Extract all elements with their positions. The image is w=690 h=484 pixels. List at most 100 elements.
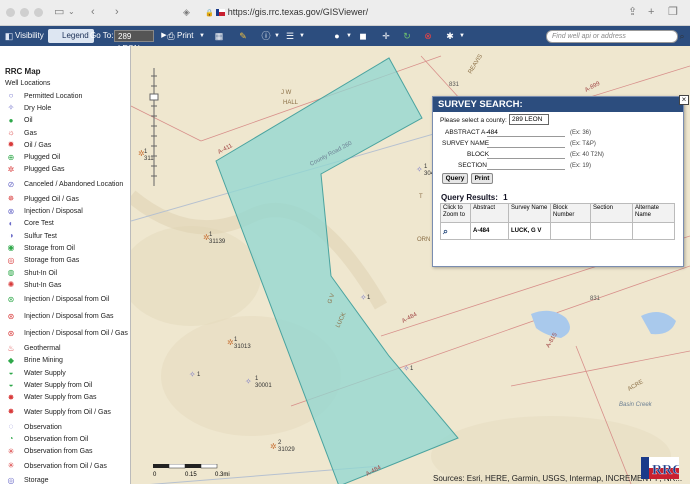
magnifier-icon[interactable]: ⌕ (443, 226, 448, 236)
forward-arrow-icon[interactable]: › (115, 5, 119, 19)
well-label: 30001 (255, 383, 272, 389)
well-symbol[interactable]: ✲ (270, 442, 277, 451)
legend-item-label: Plugged Oil (24, 154, 61, 162)
legend-item-label: Storage from Oil (24, 244, 75, 252)
circle-open-icon: ○ (8, 91, 14, 101)
observation-oil-icon: ◔ (8, 434, 14, 444)
measure-icon[interactable]: ▦ (213, 30, 225, 42)
lock-icon: 🔒 (205, 10, 214, 17)
query-button[interactable]: Query (442, 173, 468, 184)
legend-item: ◆ Brine Mining (0, 355, 130, 367)
survey-label: REAVIS (468, 54, 485, 75)
results-table: Click to Zoom to Abstract Survey Name Bl… (440, 203, 675, 240)
tab-overview-icon[interactable]: ❐ (668, 5, 678, 19)
well-label: 1 (144, 149, 148, 155)
texas-flag-icon (215, 9, 225, 16)
survey-label: HALL (283, 100, 299, 106)
minimize-window-button[interactable] (20, 8, 29, 17)
zoom-window-button[interactable] (34, 8, 43, 17)
crosshair-icon[interactable]: ✛ (380, 30, 392, 42)
clear-icon[interactable]: ⊗ (422, 30, 434, 42)
county-select[interactable]: 289 LEON (509, 114, 549, 125)
layers-list-icon[interactable]: ☰ (284, 30, 296, 42)
plugged-gas-icon: ✲ (7, 164, 15, 174)
storage-oil-icon: ◉ (7, 243, 15, 253)
road-label: 831 (590, 296, 601, 302)
share-icon[interactable]: ⇪ (628, 5, 637, 19)
abstract-input[interactable]: 484 (487, 128, 565, 137)
legend-item-label: Shut-In Oil (24, 269, 58, 277)
shut-in-gas-icon: ✺ (7, 280, 15, 290)
col-section: Section (590, 203, 633, 223)
section-cell (590, 222, 633, 240)
well-symbol[interactable]: ✧ (360, 293, 367, 302)
legend-item-label: Geothermal (24, 345, 61, 353)
section-input[interactable] (487, 161, 565, 170)
legend-item-label: Oil / Gas (24, 141, 52, 149)
legend-item: ⊘ Canceled / Abandoned Location (0, 176, 130, 193)
well-symbol[interactable]: ✧ (416, 165, 423, 174)
print-results-button[interactable]: Print (471, 173, 493, 184)
zoom-slider[interactable] (149, 68, 159, 188)
address-bar[interactable]: 🔒 https://gis.rrc.texas.gov/GISViewer/ (205, 7, 368, 17)
printer-icon[interactable]: ⎙ (165, 30, 177, 42)
legend-item: ○ Permitted Location (0, 90, 130, 102)
back-arrow-icon[interactable]: ‹ (91, 5, 95, 19)
legend-item-label: Dry Hole (24, 104, 52, 112)
sulfur-test-icon: ◑ (8, 231, 14, 241)
tools-dropdown-icon[interactable]: ▼ (456, 30, 468, 42)
visibility-button[interactable]: Visibility (15, 26, 44, 46)
legend-item-label: Water Supply from Oil (24, 381, 93, 389)
well-search-input[interactable]: Find well api or address (546, 30, 678, 43)
legend-button[interactable]: Legend (48, 29, 94, 43)
legend-item-label: Injection / Disposal from Gas (24, 313, 114, 321)
col-zoom: Click to Zoom to (440, 203, 471, 223)
legend-item-label: Core Test (24, 220, 54, 228)
zoom-cell[interactable]: ⌕ (440, 222, 471, 240)
sidebar-toggle-icon[interactable]: ▭ (54, 5, 64, 19)
legend-item: ● Oil (0, 115, 130, 127)
table-row[interactable]: ⌕ A-484 LUCK, G V (440, 222, 675, 240)
print-button[interactable]: Print (177, 26, 193, 46)
shield-icon[interactable]: ◈ (183, 5, 190, 19)
pan-dropdown-icon[interactable]: ▼ (343, 30, 355, 42)
search-icon[interactable]: ⌕ (676, 30, 688, 42)
highlighter-icon[interactable]: ✎ (237, 30, 249, 42)
pan-icon[interactable]: ● (331, 30, 343, 42)
chevron-down-icon[interactable]: ⌄ (68, 5, 75, 19)
legend-subtitle: Well Locations (5, 80, 51, 87)
observation-gas-icon: ✳ (7, 446, 15, 456)
canceled-icon: ⊘ (7, 179, 15, 189)
survey-name-input[interactable] (487, 139, 565, 148)
well-symbol[interactable]: ✲ (227, 338, 234, 347)
survey-search-dialog: SURVEY SEARCH: × Please select a county:… (432, 95, 689, 267)
scale-label-end: 0.3mi (215, 472, 230, 478)
close-icon[interactable]: × (679, 95, 689, 105)
area-select-icon[interactable]: ◼ (357, 30, 369, 42)
survey-name-cell: LUCK, G V (508, 222, 551, 240)
survey-label: T (419, 194, 423, 200)
legend-item-label: Injection / Disposal from Oil / Gas (24, 330, 128, 338)
app-toolbar: ◧ Visibility Legend Go To: 289 LEON ▶ ⎙ … (0, 26, 690, 53)
col-survey-name: Survey Name (508, 203, 551, 223)
print-dropdown-icon[interactable]: ▼ (196, 30, 208, 42)
goto-input[interactable]: 289 LEON (114, 30, 154, 53)
info-dropdown-icon[interactable]: ▼ (271, 30, 283, 42)
close-window-button[interactable] (6, 8, 15, 17)
legend-item-label: Gas (24, 129, 37, 137)
tools-icon[interactable]: ✱ (444, 30, 456, 42)
refresh-icon[interactable]: ↻ (401, 30, 413, 42)
legend-item-label: Permitted Location (24, 92, 83, 100)
new-tab-icon[interactable]: + (648, 5, 654, 19)
well-symbol[interactable]: ✧ (245, 377, 252, 386)
well-symbol[interactable]: ✧ (403, 364, 410, 373)
block-input[interactable] (487, 150, 565, 159)
well-symbol[interactable]: ✧ (189, 370, 196, 379)
water-oil-gas-icon: ✸ (7, 407, 15, 417)
col-abstract: Abstract (470, 203, 509, 223)
gas-icon: ☼ (7, 128, 15, 138)
zoom-handle[interactable] (149, 93, 159, 101)
url-text: https://gis.rrc.texas.gov/GISViewer/ (227, 7, 369, 17)
layers-dropdown-icon[interactable]: ▼ (296, 30, 308, 42)
browser-chrome: ▭ ⌄ ‹ › ◈ 🔒 https://gis.rrc.texas.gov/GIS… (0, 0, 690, 26)
